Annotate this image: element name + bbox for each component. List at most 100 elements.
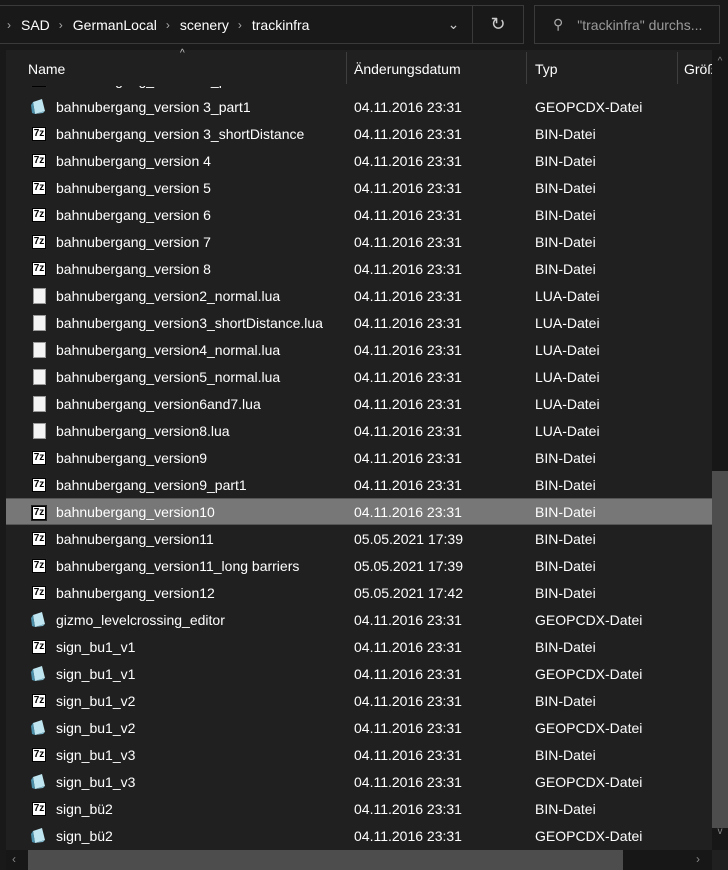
search-input[interactable]: ⚲ "trackinfra" durchs... bbox=[534, 5, 720, 44]
file-type: BIN-Datei bbox=[535, 152, 596, 169]
file-row[interactable]: bahnubergang_version8.lua 04.11.2016 23:3… bbox=[6, 417, 712, 444]
column-size[interactable]: Größ bbox=[684, 50, 712, 86]
file-row[interactable]: bahnubergang_version6and7.lua 04.11.2016 … bbox=[6, 390, 712, 417]
7z-archive-icon: 7z bbox=[31, 153, 47, 169]
file-type: LUA-Datei bbox=[535, 368, 600, 385]
geopcdx-file-icon bbox=[31, 666, 45, 681]
file-type: BIN-Datei bbox=[535, 584, 596, 601]
file-date: 04.11.2016 23:31 bbox=[354, 422, 462, 439]
7z-archive-icon: 7z bbox=[31, 531, 47, 547]
file-row[interactable]: bahnubergang_version3_shortDistance.lua 0… bbox=[6, 309, 712, 336]
file-type: LUA-Datei bbox=[535, 314, 600, 331]
file-name: bahnubergang_version 4 bbox=[56, 152, 211, 169]
file-row[interactable]: 7z bahnubergang_version9_part1 04.11.2016 … bbox=[6, 471, 712, 498]
file-name: bahnubergang_version 7 bbox=[56, 233, 211, 250]
breadcrumb-item[interactable]: trackinfra bbox=[252, 17, 310, 33]
file-type: BIN-Datei bbox=[535, 503, 596, 520]
vertical-scrollbar[interactable]: ^ v bbox=[712, 50, 728, 850]
scroll-left-icon[interactable]: ‹ bbox=[12, 852, 16, 866]
file-date: 04.11.2016 23:31 bbox=[354, 368, 462, 385]
7z-archive-icon: 7z bbox=[31, 747, 47, 763]
scroll-right-icon[interactable]: › bbox=[696, 852, 700, 866]
file-row[interactable]: 7z bahnubergang_version 3_part1 04.11.2016… bbox=[6, 86, 712, 93]
file-row[interactable]: 7z bahnubergang_version 8 04.11.2016 23:31… bbox=[6, 255, 712, 282]
address-bar[interactable]: › SAD › GermanLocal › scenery › trackinf… bbox=[0, 5, 524, 44]
file-date: 04.11.2016 23:31 bbox=[354, 827, 462, 844]
file-row[interactable]: 7z bahnubergang_version 4 04.11.2016 23:31… bbox=[6, 147, 712, 174]
chevron-right-icon: › bbox=[165, 17, 170, 32]
file-row[interactable]: 7z sign_bu1_v1 04.11.2016 23:31 BIN-Datei bbox=[6, 633, 712, 660]
7z-archive-icon: 7z bbox=[31, 505, 47, 521]
file-date: 04.11.2016 23:31 bbox=[354, 314, 462, 331]
breadcrumb-item[interactable]: GermanLocal bbox=[73, 17, 157, 33]
file-type: GEOPCDX-Datei bbox=[535, 773, 643, 790]
file-row[interactable]: bahnubergang_version 3_part1 04.11.2016 2… bbox=[6, 93, 712, 120]
file-type: GEOPCDX-Datei bbox=[535, 98, 643, 115]
file-row[interactable]: 7z sign_bu1_v2 04.11.2016 23:31 BIN-Datei bbox=[6, 687, 712, 714]
file-row[interactable]: sign_bu1_v3 04.11.2016 23:31 GEOPCDX-Datei bbox=[6, 768, 712, 795]
column-name[interactable]: Name bbox=[28, 50, 65, 86]
document-icon bbox=[33, 315, 46, 331]
file-type: BIN-Datei bbox=[535, 449, 596, 466]
7z-archive-icon: 7z bbox=[31, 693, 47, 709]
file-row[interactable]: 7z bahnubergang_version10 04.11.2016 23:31… bbox=[6, 498, 712, 525]
file-row[interactable]: bahnubergang_version4_normal.lua 04.11.20… bbox=[6, 336, 712, 363]
breadcrumb-item[interactable]: scenery bbox=[180, 17, 229, 33]
vertical-scroll-thumb[interactable] bbox=[712, 471, 728, 828]
file-name: bahnubergang_version 3_shortDistance bbox=[56, 125, 305, 142]
file-type: BIN-Datei bbox=[535, 476, 596, 493]
file-date: 04.11.2016 23:31 bbox=[354, 773, 462, 790]
column-date[interactable]: Änderungsdatum bbox=[354, 50, 461, 86]
search-icon: ⚲ bbox=[553, 16, 564, 32]
file-date: 04.11.2016 23:31 bbox=[354, 692, 462, 709]
refresh-button[interactable]: ↻ bbox=[473, 6, 523, 43]
file-type: BIN-Datei bbox=[535, 692, 596, 709]
file-row[interactable]: 7z bahnubergang_version9 04.11.2016 23:31 B… bbox=[6, 444, 712, 471]
file-row[interactable]: 7z sign_bu1_v3 04.11.2016 23:31 BIN-Datei bbox=[6, 741, 712, 768]
file-row[interactable]: 7z bahnubergang_version 3_shortDistance 04… bbox=[6, 120, 712, 147]
file-name: sign_bu1_v3 bbox=[56, 746, 136, 763]
file-type: BIN-Datei bbox=[535, 86, 596, 88]
file-row[interactable]: sign_bu1_v1 04.11.2016 23:31 GEOPCDX-Datei bbox=[6, 660, 712, 687]
file-date: 04.11.2016 23:31 bbox=[354, 152, 462, 169]
file-row[interactable]: sign_bü2 04.11.2016 23:31 GEOPCDX-Datei bbox=[6, 822, 712, 849]
scroll-down-icon[interactable]: v bbox=[712, 826, 728, 837]
file-name: bahnubergang_version3_shortDistance.lua bbox=[56, 314, 323, 331]
file-row[interactable]: 7z bahnubergang_version12 05.05.2021 17:42… bbox=[6, 579, 712, 606]
scroll-up-icon[interactable]: ^ bbox=[712, 56, 728, 67]
sort-ascending-icon: ^ bbox=[180, 48, 185, 59]
7z-archive-icon: 7z bbox=[31, 207, 47, 223]
file-row[interactable]: 7z bahnubergang_version11_long barriers 05… bbox=[6, 552, 712, 579]
file-row[interactable]: bahnubergang_version2_normal.lua 04.11.20… bbox=[6, 282, 712, 309]
file-row[interactable]: bahnubergang_version5_normal.lua 04.11.20… bbox=[6, 363, 712, 390]
column-divider[interactable] bbox=[677, 52, 678, 84]
file-name: sign_bu1_v2 bbox=[56, 719, 136, 736]
file-row[interactable]: 7z bahnubergang_version 6 04.11.2016 23:31… bbox=[6, 201, 712, 228]
horizontal-scrollbar[interactable]: ‹ › bbox=[6, 850, 712, 870]
file-date: 04.11.2016 23:31 bbox=[354, 395, 462, 412]
chevron-down-icon: ⌄ bbox=[447, 16, 460, 32]
file-row[interactable]: 7z bahnubergang_version 5 04.11.2016 23:31… bbox=[6, 174, 712, 201]
geopcdx-file-icon bbox=[31, 720, 45, 735]
file-date: 04.11.2016 23:31 bbox=[354, 611, 462, 628]
breadcrumb-item[interactable]: SAD bbox=[21, 17, 50, 33]
file-row[interactable]: gizmo_levelcrossing_editor 04.11.2016 23:… bbox=[6, 606, 712, 633]
7z-archive-icon: 7z bbox=[31, 558, 47, 574]
chevron-right-icon: › bbox=[237, 17, 242, 32]
file-row[interactable]: 7z sign_bü2 04.11.2016 23:31 BIN-Datei bbox=[6, 795, 712, 822]
file-type: BIN-Datei bbox=[535, 260, 596, 277]
history-dropdown-button[interactable]: ⌄ bbox=[435, 6, 473, 43]
file-type: LUA-Datei bbox=[535, 395, 600, 412]
file-row[interactable]: 7z bahnubergang_version11 05.05.2021 17:39… bbox=[6, 525, 712, 552]
file-name: bahnubergang_version9_part1 bbox=[56, 476, 247, 493]
document-icon bbox=[33, 423, 46, 439]
column-divider[interactable] bbox=[526, 52, 527, 84]
column-type[interactable]: Typ bbox=[535, 50, 558, 86]
file-row[interactable]: sign_bu1_v2 04.11.2016 23:31 GEOPCDX-Datei bbox=[6, 714, 712, 741]
column-divider[interactable] bbox=[346, 52, 347, 84]
file-name: bahnubergang_version2_normal.lua bbox=[56, 287, 281, 304]
file-name: bahnubergang_version10 bbox=[56, 503, 215, 520]
file-date: 04.11.2016 23:31 bbox=[354, 665, 462, 682]
horizontal-scroll-thumb[interactable] bbox=[28, 850, 623, 870]
file-row[interactable]: 7z bahnubergang_version 7 04.11.2016 23:31… bbox=[6, 228, 712, 255]
